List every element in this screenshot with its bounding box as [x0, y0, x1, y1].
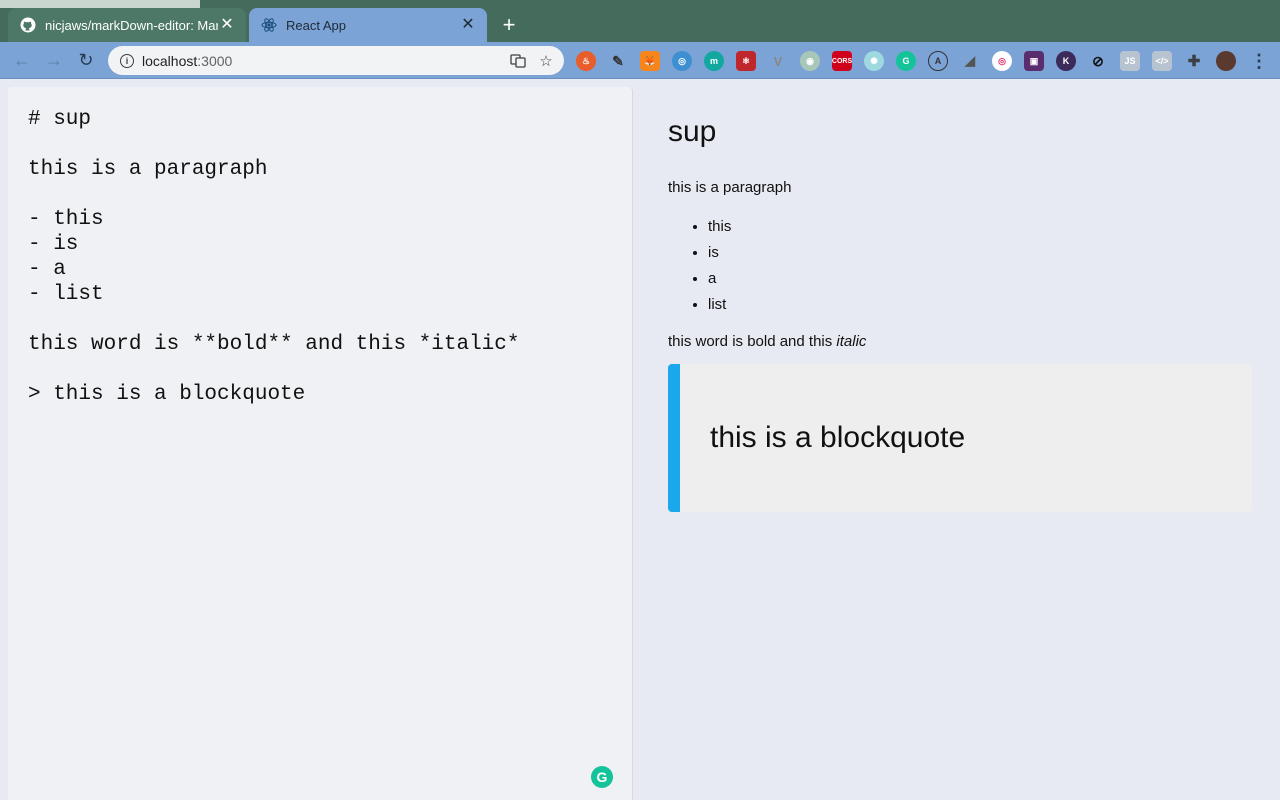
italic-text: italic: [836, 333, 867, 350]
grammarly-extension-icon[interactable]: G: [896, 51, 916, 71]
star-icon[interactable]: ☆: [536, 51, 556, 71]
circle-extension-icon[interactable]: ◉: [800, 51, 820, 71]
a-extension-icon[interactable]: A: [928, 51, 948, 71]
preview-heading: sup: [668, 115, 717, 148]
fire-icon[interactable]: ♨: [576, 51, 596, 71]
tab-react-app[interactable]: React App ✕: [249, 8, 487, 42]
preview-blockquote: this is a blockquote: [668, 364, 1252, 512]
browser-toolbar: ← → ↻ i localhost:3000 ☆ ♨ ✎ 🦊 ◎ m ⚛ V ◉…: [0, 42, 1280, 79]
editor-textarea[interactable]: # sup this is a paragraph - this - is - …: [28, 107, 519, 407]
menu-icon[interactable]: ⋮: [1250, 50, 1268, 72]
react-devtools-icon[interactable]: ⚛: [736, 51, 756, 71]
translate-icon[interactable]: [508, 51, 528, 71]
reload-icon[interactable]: ↻: [74, 48, 98, 72]
js-icon[interactable]: JS: [1120, 51, 1140, 71]
info-icon[interactable]: i: [120, 53, 134, 68]
new-tab-button[interactable]: +: [498, 14, 520, 36]
preview-paragraph: this is a paragraph: [668, 179, 792, 196]
url-port: :3000: [197, 52, 233, 69]
cors-icon[interactable]: CORS: [832, 51, 852, 71]
tabstrip-notch: [0, 0, 200, 8]
chart-icon[interactable]: ◢: [960, 51, 980, 71]
compass-icon[interactable]: ◎: [672, 51, 692, 71]
vue-icon[interactable]: V: [768, 51, 788, 71]
close-icon[interactable]: ✕: [218, 16, 236, 34]
sync-icon[interactable]: ✺: [864, 51, 884, 71]
tab-title: React App: [286, 17, 346, 33]
address-bar[interactable]: i localhost:3000 ☆: [108, 46, 564, 75]
close-icon[interactable]: ✕: [459, 16, 477, 34]
markdown-editor[interactable]: # sup this is a paragraph - this - is - …: [8, 87, 633, 800]
puzzle-icon[interactable]: ✚: [1184, 51, 1204, 71]
extensions-bar: ♨ ✎ 🦊 ◎ m ⚛ V ◉ CORS ✺ G A ◢ ◎ ▣ K ⊘ JS …: [576, 50, 1248, 72]
instagram-icon[interactable]: ◎: [992, 51, 1012, 71]
m-extension-icon[interactable]: m: [704, 51, 724, 71]
metamask-icon[interactable]: 🦊: [640, 51, 660, 71]
code-icon[interactable]: </>: [1152, 51, 1172, 71]
eyedropper-icon[interactable]: ✎: [608, 51, 628, 71]
tab-title: nicjaws/markDown-editor: Mar: [45, 17, 218, 33]
preview-mixed-paragraph: this word is bold and this italic: [668, 332, 1252, 352]
link-icon[interactable]: ⊘: [1088, 51, 1108, 71]
markdown-preview: sup this is a paragraph this is a list t…: [668, 110, 1252, 512]
mixed-text: this word is bold and this: [668, 333, 837, 350]
back-arrow-icon[interactable]: ←: [10, 48, 34, 72]
box-extension-icon[interactable]: ▣: [1024, 51, 1044, 71]
github-icon: [20, 17, 36, 33]
list-item: is: [708, 240, 1252, 266]
list-item: a: [708, 266, 1252, 292]
preview-list: this is a list: [708, 214, 1252, 318]
list-item: list: [708, 292, 1252, 318]
avatar[interactable]: [1216, 51, 1236, 71]
list-item: this: [708, 214, 1252, 240]
url-text[interactable]: localhost:3000: [142, 53, 508, 69]
k-extension-icon[interactable]: K: [1056, 51, 1076, 71]
forward-arrow-icon[interactable]: →: [42, 48, 66, 72]
react-icon: [261, 17, 277, 33]
tab-strip: nicjaws/markDown-editor: Mar ✕ React App…: [0, 0, 1280, 42]
grammarly-icon[interactable]: G: [591, 766, 613, 788]
url-host: localhost: [142, 52, 198, 69]
tab-github[interactable]: nicjaws/markDown-editor: Mar ✕: [8, 8, 246, 42]
blockquote-text: this is a blockquote: [710, 421, 966, 454]
